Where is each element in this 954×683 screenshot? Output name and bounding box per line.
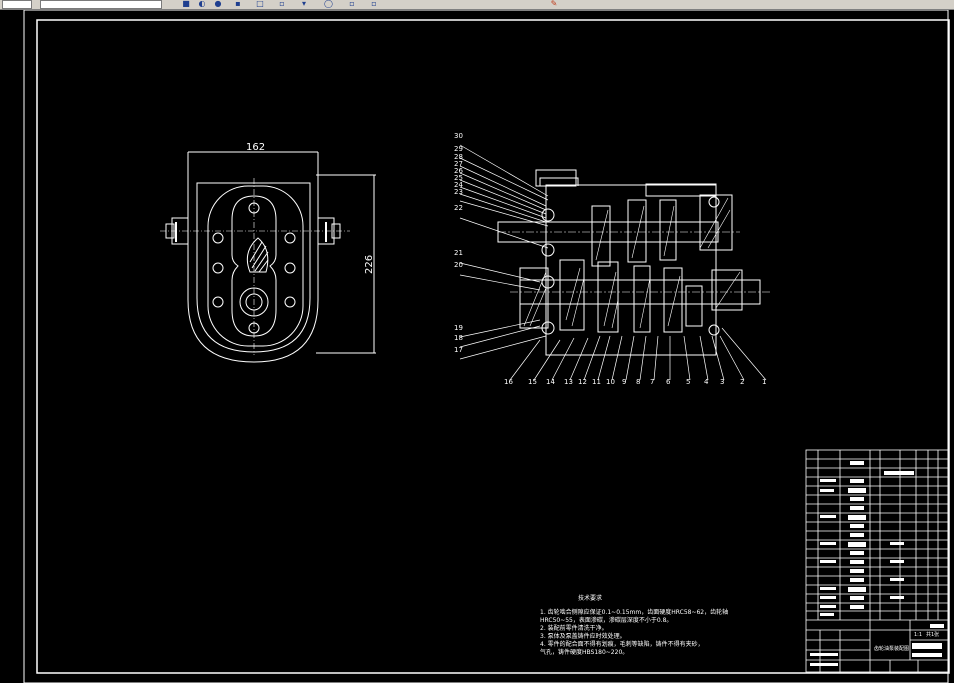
part-label: 6 (666, 378, 671, 386)
part-label: 12 (578, 378, 587, 386)
cad-toolbar: ■ ◐ ● ▪ □ ▫ ▾ ◯ ▫ ▫ ✎ (0, 0, 954, 10)
notes-line: HRC50~55，表面渗碳，渗碳层深度不小于0.8。 (540, 617, 673, 624)
technical-notes: 技术要求 1. 齿轮啮合侧隙应保证0.1~0.15mm，齿面硬度HRC58~62… (540, 595, 800, 657)
part-label: 9 (622, 378, 626, 386)
part-label: 23 (454, 188, 463, 196)
sheet-border (23, 10, 949, 683)
section-view (459, 144, 770, 381)
copy-icon[interactable]: □ (256, 0, 264, 8)
end-view (160, 151, 376, 363)
undo-icon[interactable]: ◐ (198, 0, 206, 8)
part-label: 14 (546, 378, 555, 386)
pan-icon[interactable]: ◯ (324, 0, 333, 8)
zoom-icon[interactable]: ▾ (300, 0, 308, 8)
redo-icon[interactable]: ● (214, 0, 222, 8)
part-label: 8 (636, 378, 640, 386)
properties-icon[interactable]: ▫ (348, 0, 356, 8)
drawing-canvas[interactable]: 162 226 30 29 28 27 26 25 24 23 22 21 20… (0, 10, 954, 683)
notes-line: 1. 齿轮啮合侧隙应保证0.1~0.15mm，齿面硬度HRC58~62，齿轮轴 (540, 609, 729, 616)
part-labels-left: 30 29 28 27 26 25 24 23 22 21 20 19 18 1… (454, 132, 463, 354)
notes-line: 3. 泵体及泵盖铸件应时效处理。 (540, 633, 626, 640)
part-label: 18 (454, 334, 463, 342)
workspace-dropdown[interactable] (2, 0, 32, 9)
part-label: 5 (686, 378, 690, 386)
part-label: 7 (650, 378, 654, 386)
dim-width-label: 162 (246, 142, 265, 153)
title-block-sheet: 共1张 (926, 631, 939, 638)
help-icon[interactable]: ▫ (370, 0, 378, 8)
part-label: 16 (504, 378, 513, 386)
part-label: 21 (454, 249, 463, 257)
part-label: 2 (740, 378, 744, 386)
layer-icon[interactable]: ■ (182, 0, 190, 8)
part-label: 3 (720, 378, 724, 386)
parts-list-entries (810, 461, 944, 666)
notes-line: 2. 装配前零件清洗干净。 (540, 625, 608, 632)
part-label: 13 (564, 378, 573, 386)
paste-icon[interactable]: ▫ (278, 0, 286, 8)
notes-title: 技术要求 (578, 595, 603, 602)
part-labels-bottom: 16 15 14 13 12 11 10 9 8 7 6 5 4 3 2 1 (504, 378, 766, 386)
title-block-scale: 1:1 (914, 632, 922, 638)
drawing-frame (36, 19, 950, 674)
tool-icon[interactable]: ✎ (550, 0, 558, 8)
layer-dropdown[interactable] (40, 0, 162, 9)
part-label: 4 (704, 378, 709, 386)
part-label: 10 (606, 378, 615, 386)
part-label: 20 (454, 261, 463, 269)
part-label: 29 (454, 145, 463, 153)
part-label: 19 (454, 324, 463, 332)
notes-line: 4. 零件的配合面不得有划痕，毛刺等缺陷，铸件不得有夹砂， (540, 641, 704, 648)
part-label: 17 (454, 346, 463, 354)
notes-line: 气孔，铸件硬度HBS180~220。 (540, 649, 629, 656)
print-icon[interactable]: ▪ (234, 0, 242, 8)
part-label: 15 (528, 378, 537, 386)
part-label: 1 (762, 378, 766, 386)
title-block-part-name: 齿轮油泵装配图 (874, 645, 909, 652)
part-label: 11 (592, 378, 601, 386)
cad-drawing: 162 226 30 29 28 27 26 25 24 23 22 21 20… (23, 10, 950, 683)
part-label: 30 (454, 132, 463, 140)
dim-height-label: 226 (364, 255, 375, 274)
part-label: 22 (454, 204, 463, 212)
